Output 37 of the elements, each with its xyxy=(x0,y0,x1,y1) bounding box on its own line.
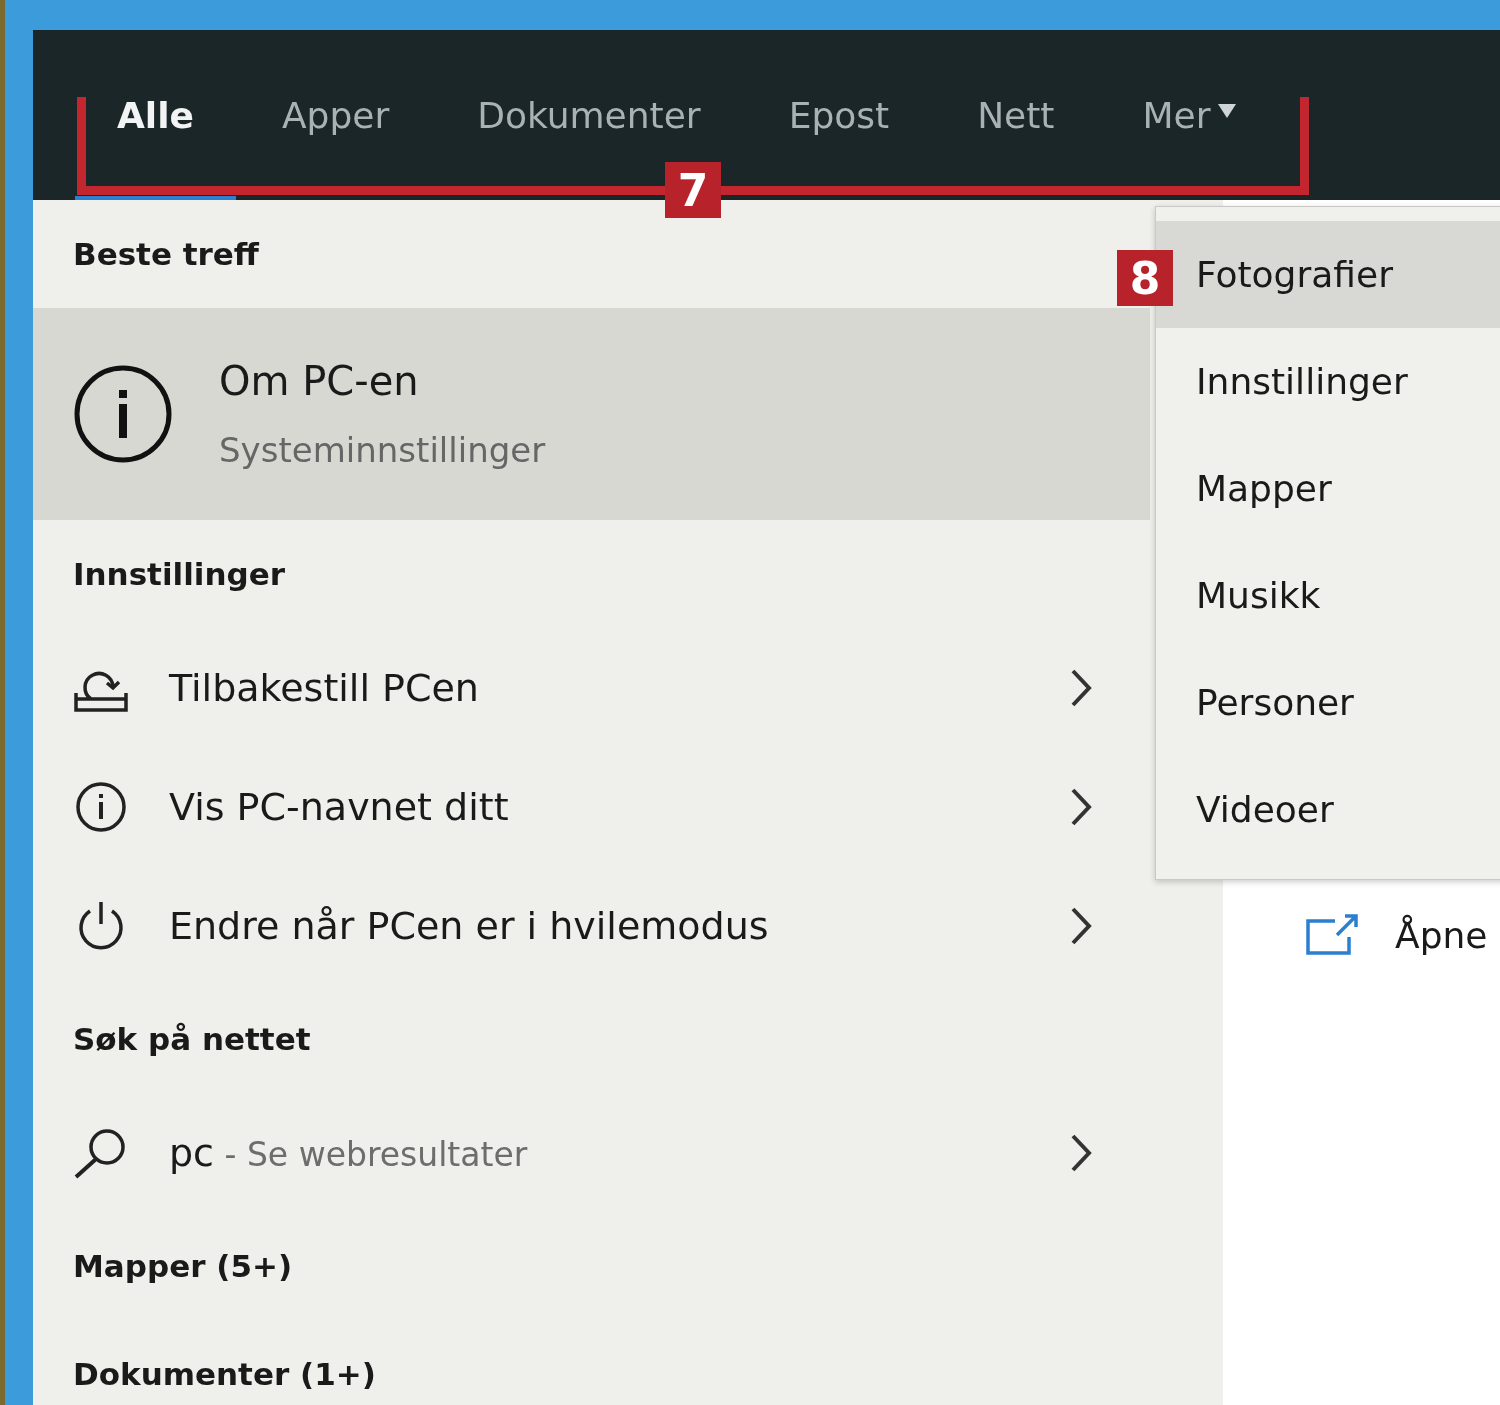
menu-item[interactable]: Mapper xyxy=(1156,435,1500,542)
result-item[interactable]: Tilbakestill PCen xyxy=(73,628,1150,747)
chevron-right-icon[interactable] xyxy=(1070,1132,1092,1173)
open-window-icon[interactable] xyxy=(1305,913,1359,957)
filter-tab[interactable]: Epost xyxy=(746,30,932,200)
section-heading: Dokumenter (1+) xyxy=(73,1355,376,1394)
result-label: Endre når PCen er i hvilemodus xyxy=(169,903,770,948)
more-dropdown-tab[interactable]: Mer xyxy=(1100,30,1279,200)
caret-icon xyxy=(1218,104,1237,118)
menu-item[interactable]: Videoer xyxy=(1156,756,1500,863)
result-label: Vis PC-navnet ditt xyxy=(169,784,510,829)
section-heading: Beste treff xyxy=(73,235,259,274)
result-item[interactable]: pc - Se webresultater xyxy=(73,1093,1150,1212)
result-label: pc - Se webresultater xyxy=(169,1130,529,1175)
result-item[interactable]: Endre når PCen er i hvilemodus xyxy=(73,866,1150,985)
filter-tab[interactable]: Apper xyxy=(239,30,432,200)
section-heading: Søk på nettet xyxy=(73,1020,311,1059)
result-label: Tilbakestill PCen xyxy=(169,665,480,710)
info-icon xyxy=(73,364,173,464)
result-subtitle: Systeminnstillinger xyxy=(219,430,546,470)
result-title: Om PC-en xyxy=(219,358,420,404)
info-icon xyxy=(73,780,129,833)
result-item[interactable]: Vis PC-navnet ditt xyxy=(73,747,1150,866)
open-action-label[interactable]: Åpne xyxy=(1395,914,1488,956)
chevron-right-icon[interactable] xyxy=(1070,905,1092,946)
filter-tab[interactable]: Nett xyxy=(935,30,1097,200)
menu-item[interactable]: Personer xyxy=(1156,649,1500,756)
annotation-number: 7 xyxy=(665,162,721,218)
best-match-item[interactable]: Om PC-en Systeminnstillinger xyxy=(33,308,1150,520)
menu-item[interactable]: Innstillinger xyxy=(1156,328,1500,435)
section-heading: Mapper (5+) xyxy=(73,1247,293,1286)
chevron-right-icon[interactable] xyxy=(1070,786,1092,827)
chevron-right-icon[interactable] xyxy=(1070,667,1092,708)
filter-tab[interactable]: Alle xyxy=(75,30,236,200)
annotation-number: 8 xyxy=(1117,250,1173,306)
section-heading: Innstillinger xyxy=(73,555,286,594)
menu-item[interactable]: Musikk xyxy=(1156,542,1500,649)
